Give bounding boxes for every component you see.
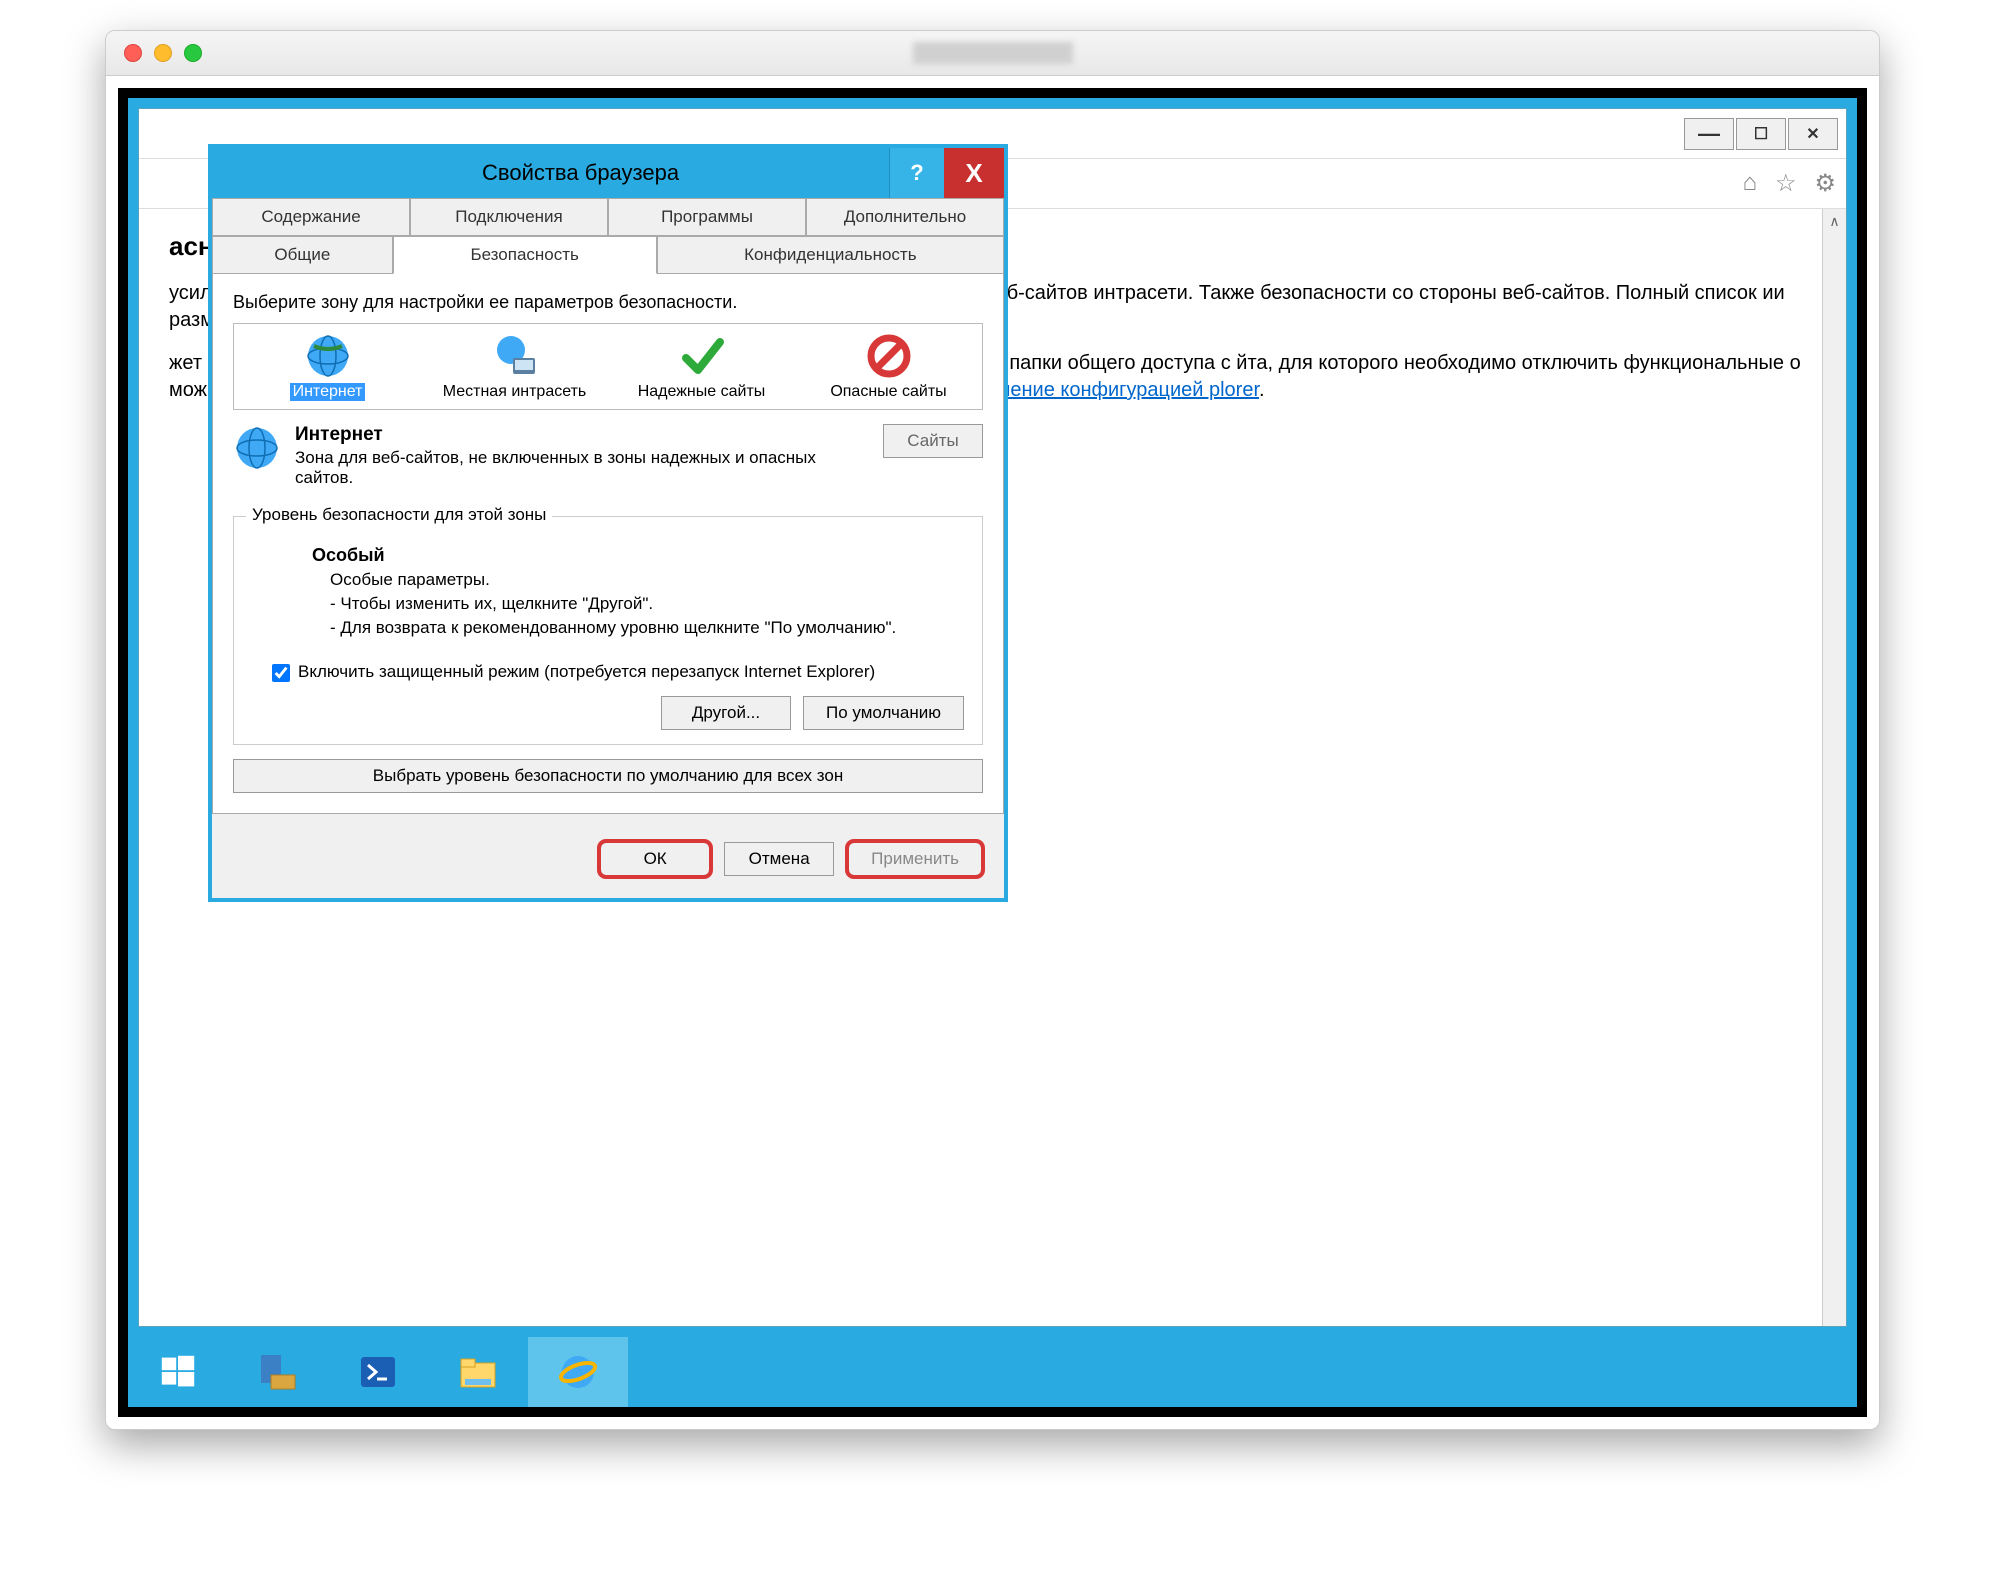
tab-advanced[interactable]: Дополнительно [806, 198, 1004, 236]
tab-general[interactable]: Общие [212, 236, 393, 274]
zone-detail-desc: Зона для веб-сайтов, не включенных в зон… [295, 448, 869, 488]
server-manager-icon [257, 1351, 299, 1393]
zone-intranet-label: Местная интрасеть [443, 383, 587, 401]
internet-options-dialog: Свойства браузера ? X Содержание Подключ… [208, 144, 1008, 902]
default-level-button[interactable]: По умолчанию [803, 696, 964, 730]
ok-button[interactable]: ОК [600, 842, 710, 876]
dialog-action-row: ОК Отмена Применить [212, 814, 1004, 898]
ie-close-button[interactable]: ✕ [1788, 118, 1838, 150]
mac-title-blurred [913, 42, 1073, 64]
ie-maximize-button[interactable]: ☐ [1736, 118, 1786, 150]
globe-icon [233, 424, 281, 472]
dialog-help-button[interactable]: ? [889, 148, 944, 198]
dialog-title: Свойства браузера [482, 160, 679, 186]
sites-button[interactable]: Сайты [883, 424, 983, 458]
zone-restricted[interactable]: Опасные сайты [795, 332, 982, 401]
zone-internet[interactable]: Интернет [234, 332, 421, 401]
security-level-line3: - Для возврата к рекомендованному уровню… [330, 616, 964, 640]
mac-close-dot[interactable] [124, 44, 142, 62]
tab-programs[interactable]: Программы [608, 198, 806, 236]
zone-restricted-label: Опасные сайты [830, 383, 946, 401]
intranet-icon [491, 332, 539, 380]
zone-trusted-label: Надежные сайты [638, 383, 766, 401]
zone-detail-title: Интернет [295, 424, 869, 446]
security-level-groupbox: Уровень безопасности для этой зоны Особы… [233, 516, 983, 745]
rdp-frame: — ☐ ✕ ной... ✕ ⌂ ☆ ⚙ асности I [118, 88, 1867, 1417]
protected-mode-row[interactable]: Включить защищенный режим (потребуется п… [272, 662, 964, 682]
ie-minimize-button[interactable]: — [1684, 118, 1734, 150]
powershell-icon [357, 1351, 399, 1393]
apply-button[interactable]: Применить [848, 842, 982, 876]
mac-titlebar[interactable] [106, 31, 1879, 76]
taskbar-explorer[interactable] [428, 1337, 528, 1407]
taskbar-server-manager[interactable] [228, 1337, 328, 1407]
start-button[interactable] [128, 1337, 228, 1407]
protected-mode-label: Включить защищенный режим (потребуется п… [298, 662, 875, 682]
cancel-button[interactable]: Отмена [724, 842, 834, 876]
gear-icon[interactable]: ⚙ [1814, 169, 1836, 198]
zone-list: Интернет Местная интрасеть Надежные сайт… [233, 323, 983, 410]
zone-trusted[interactable]: Надежные сайты [608, 332, 795, 401]
protected-mode-checkbox[interactable] [272, 664, 290, 682]
security-tab-panel: Выберите зону для настройки ее параметро… [212, 274, 1004, 814]
ie-toolbar-icons: ⌂ ☆ ⚙ [1742, 169, 1836, 198]
zone-intranet[interactable]: Местная интрасеть [421, 332, 608, 401]
groupbox-title: Уровень безопасности для этой зоны [246, 505, 552, 525]
dialog-titlebar[interactable]: Свойства браузера ? X [212, 148, 1004, 198]
security-level-line1: Особые параметры. [330, 568, 964, 592]
prohibited-icon [865, 332, 913, 380]
dialog-tab-rows: Содержание Подключения Программы Дополни… [212, 198, 1004, 274]
scroll-up-arrow-icon[interactable]: ∧ [1823, 209, 1846, 233]
mac-zoom-dot[interactable] [184, 44, 202, 62]
taskbar-powershell[interactable] [328, 1337, 428, 1407]
dialog-close-button[interactable]: X [944, 148, 1004, 198]
tab-privacy[interactable]: Конфиденциальность [657, 236, 1004, 274]
select-zone-label: Выберите зону для настройки ее параметро… [233, 292, 983, 313]
rdp-viewport: — ☐ ✕ ной... ✕ ⌂ ☆ ⚙ асности I [106, 76, 1879, 1429]
security-level-name: Особый [312, 543, 964, 568]
zone-description: Интернет Зона для веб-сайтов, не включен… [233, 424, 983, 488]
security-level-line2: - Чтобы изменить их, щелкните "Другой". [330, 592, 964, 616]
mac-window: — ☐ ✕ ной... ✕ ⌂ ☆ ⚙ асности I [105, 30, 1880, 1430]
windows-taskbar[interactable] [128, 1337, 1857, 1407]
tab-connections[interactable]: Подключения [410, 198, 608, 236]
folder-icon [457, 1351, 499, 1393]
reset-all-zones-button[interactable]: Выбрать уровень безопасности по умолчани… [233, 759, 983, 793]
tab-content[interactable]: Содержание [212, 198, 410, 236]
tab-security[interactable]: Безопасность [393, 236, 657, 274]
zone-internet-label: Интернет [290, 383, 366, 401]
custom-level-button[interactable]: Другой... [661, 696, 791, 730]
favorites-icon[interactable]: ☆ [1775, 169, 1797, 198]
taskbar-internet-explorer[interactable] [528, 1337, 628, 1407]
checkmark-icon [678, 332, 726, 380]
globe-icon [304, 332, 352, 380]
windows-logo-icon [160, 1354, 196, 1390]
ie-icon [556, 1350, 600, 1394]
home-icon[interactable]: ⌂ [1742, 169, 1757, 198]
ie-vertical-scrollbar[interactable]: ∧ [1822, 209, 1846, 1326]
mac-minimize-dot[interactable] [154, 44, 172, 62]
